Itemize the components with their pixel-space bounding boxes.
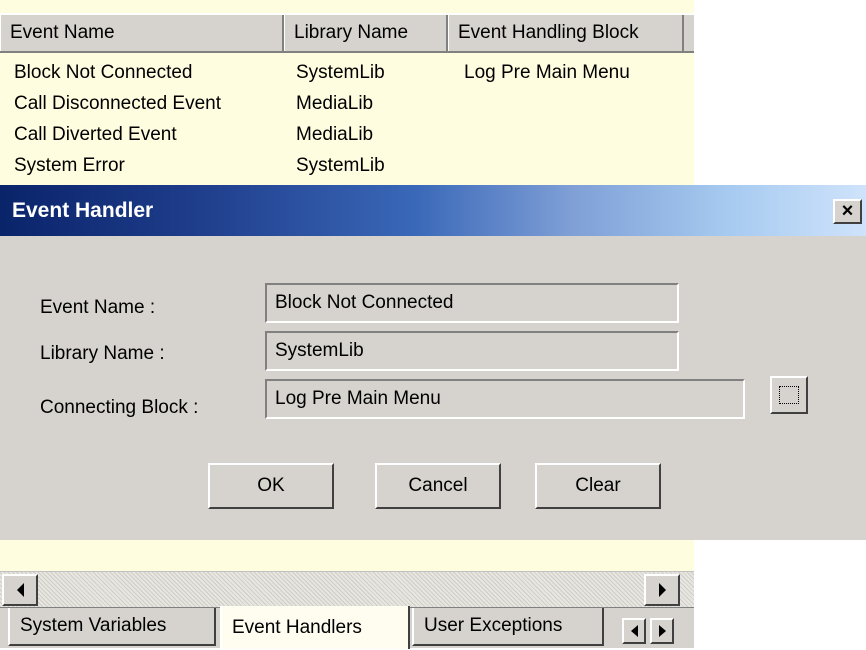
event-name-cell: Call Disconnected Event bbox=[14, 93, 221, 114]
tab-event-handlers[interactable]: Event Handlers bbox=[220, 606, 410, 649]
list-empty-area bbox=[0, 543, 694, 571]
tab-user-exceptions[interactable]: User Exceptions bbox=[412, 608, 604, 646]
tab-scroll-left-icon bbox=[630, 625, 638, 637]
event-handler-dialog: Event Handler × Event Name : Block Not C… bbox=[0, 185, 866, 540]
list-row[interactable]: Block Not Connected SystemLib Log Pre Ma… bbox=[0, 57, 694, 88]
list-row[interactable]: System Error SystemLib bbox=[0, 150, 694, 181]
library-name-cell: SystemLib bbox=[296, 155, 385, 176]
event-name-label: Event Name : bbox=[40, 297, 156, 318]
list-row[interactable]: Call Diverted Event MediaLib bbox=[0, 119, 694, 150]
column-header-row: Event Name Library Name Event Handling B… bbox=[0, 13, 694, 53]
dialog-titlebar[interactable]: Event Handler × bbox=[0, 185, 866, 236]
library-name-field[interactable]: SystemLib bbox=[265, 331, 679, 371]
close-icon: × bbox=[841, 200, 854, 222]
column-header-event-handling-block[interactable]: Event Handling Block bbox=[448, 15, 684, 51]
list-row[interactable]: Call Disconnected Event MediaLib bbox=[0, 88, 694, 119]
scroll-left-icon bbox=[16, 583, 24, 597]
column-header-event-name[interactable]: Event Name bbox=[0, 15, 284, 51]
event-name-cell: Block Not Connected bbox=[14, 62, 193, 83]
connecting-block-label: Connecting Block : bbox=[40, 397, 199, 418]
library-name-cell: MediaLib bbox=[296, 124, 374, 145]
horizontal-scrollbar[interactable] bbox=[0, 571, 694, 607]
scroll-left-button[interactable] bbox=[2, 574, 38, 606]
tab-scroll-right-button[interactable] bbox=[650, 618, 674, 644]
connecting-block-field[interactable]: Log Pre Main Menu bbox=[265, 379, 745, 419]
browse-block-button[interactable] bbox=[770, 376, 808, 414]
dialog-title: Event Handler bbox=[12, 199, 154, 222]
column-header-library-name[interactable]: Library Name bbox=[284, 15, 448, 51]
scroll-right-button[interactable] bbox=[644, 574, 680, 606]
event-name-field[interactable]: Block Not Connected bbox=[265, 283, 679, 323]
clear-button[interactable]: Clear bbox=[535, 463, 661, 509]
browse-icon bbox=[779, 386, 799, 404]
cancel-button[interactable]: Cancel bbox=[375, 463, 501, 509]
library-name-label: Library Name : bbox=[40, 343, 165, 364]
tab-system-variables[interactable]: System Variables bbox=[8, 608, 216, 646]
tab-scroll-left-button[interactable] bbox=[622, 618, 646, 644]
library-name-cell: SystemLib bbox=[296, 62, 385, 83]
scroll-right-icon bbox=[658, 583, 666, 597]
close-button[interactable]: × bbox=[833, 199, 862, 224]
handling-block-cell: Log Pre Main Menu bbox=[464, 62, 630, 83]
ok-button[interactable]: OK bbox=[208, 463, 334, 509]
event-name-cell: System Error bbox=[14, 155, 125, 176]
tab-scroll-right-icon bbox=[658, 625, 666, 637]
library-name-cell: MediaLib bbox=[296, 93, 374, 114]
event-name-cell: Call Diverted Event bbox=[14, 124, 177, 145]
tab-bar: System Variables Event Handlers User Exc… bbox=[0, 606, 694, 649]
